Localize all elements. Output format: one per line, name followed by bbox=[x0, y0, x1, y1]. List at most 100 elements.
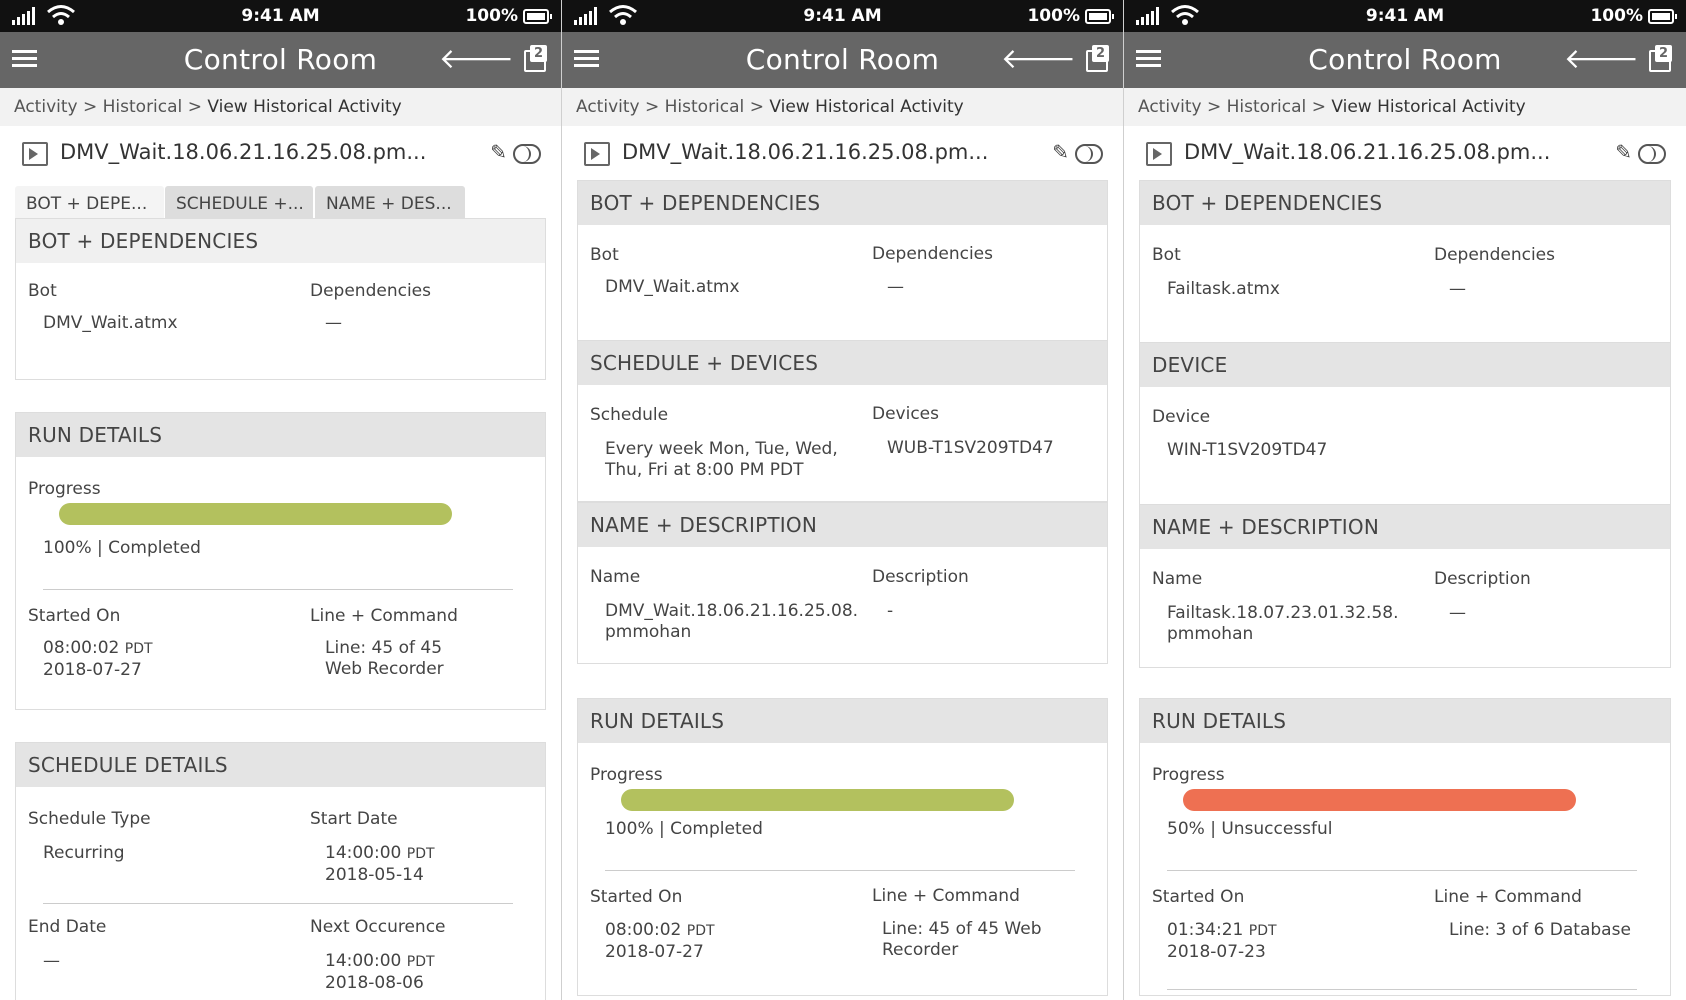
battery-indicator: 100% bbox=[1027, 6, 1114, 26]
copies-icon[interactable]: 2 bbox=[1086, 45, 1110, 72]
toggle-icon[interactable] bbox=[1075, 144, 1103, 164]
started-date: 2018-07-27 bbox=[605, 942, 704, 962]
battery-percent: 100% bbox=[1027, 6, 1080, 26]
detail-content: DMV_Wait.18.06.21.16.25.08.pm... ✎ BOT +… bbox=[562, 126, 1123, 1000]
dependencies-value: — bbox=[887, 277, 904, 297]
divider bbox=[43, 589, 513, 590]
name-label: Name bbox=[1152, 569, 1203, 589]
started-date: 2018-07-23 bbox=[1167, 942, 1266, 962]
tab-bot-dependencies[interactable]: BOT + DEPE... bbox=[15, 186, 164, 222]
progress-label: Progress bbox=[590, 765, 663, 785]
next-time: 14:00:00 bbox=[325, 951, 402, 971]
bot-value: Failtask.atmx bbox=[1167, 279, 1280, 299]
section-header: DEVICE bbox=[1140, 343, 1670, 387]
start-timezone: PDT bbox=[406, 846, 435, 862]
line-command-value: Line: 45 of 45 Web Recorder bbox=[882, 919, 1041, 961]
battery-icon bbox=[1648, 8, 1677, 24]
started-time: 08:00:02 bbox=[605, 920, 682, 940]
battery-icon bbox=[1085, 8, 1114, 24]
toggle-icon[interactable] bbox=[513, 144, 541, 164]
breadcrumb-separator: > bbox=[1206, 97, 1222, 117]
started-time: 01:34:21 bbox=[1167, 920, 1244, 940]
section-header: NAME + DESCRIPTION bbox=[578, 503, 1107, 547]
bot-value: DMV_Wait.atmx bbox=[605, 277, 740, 297]
end-date-value: — bbox=[43, 951, 60, 971]
breadcrumb-separator: > bbox=[82, 97, 98, 117]
file-header: DMV_Wait.18.06.21.16.25.08.pm... ✎ bbox=[562, 126, 1123, 182]
schedule-type-value: Recurring bbox=[43, 843, 125, 863]
section-header: NAME + DESCRIPTION bbox=[1140, 505, 1670, 549]
progress-label: Progress bbox=[1152, 765, 1225, 785]
status-bar: 9:41 AM 100% bbox=[0, 0, 561, 32]
start-time: 14:00:00 bbox=[325, 843, 402, 863]
breadcrumb-activity[interactable]: Activity bbox=[576, 97, 640, 117]
breadcrumb-historical[interactable]: Historical bbox=[1227, 97, 1307, 117]
progress-status: 100% | Completed bbox=[43, 538, 201, 558]
edit-pencil-icon[interactable]: ✎ bbox=[490, 140, 507, 164]
breadcrumb: Activity > Historical > View Historical … bbox=[0, 88, 561, 127]
breadcrumb-historical[interactable]: Historical bbox=[665, 97, 745, 117]
schedule-details-card: SCHEDULE DETAILS Schedule Type Start Dat… bbox=[15, 742, 546, 1000]
dependencies-value: — bbox=[325, 313, 342, 333]
next-timezone: PDT bbox=[406, 954, 435, 970]
progress-status: 50% | Unsuccessful bbox=[1167, 819, 1333, 839]
section-header: RUN DETAILS bbox=[1140, 699, 1670, 743]
progress-status: 100% | Completed bbox=[605, 819, 763, 839]
copies-icon[interactable]: 2 bbox=[1649, 45, 1673, 72]
start-date-value: 14:00:00 PDT 2018-05-14 bbox=[325, 843, 435, 886]
line-command-label: Line + Command bbox=[872, 886, 1020, 906]
command-text: Web Recorder bbox=[325, 659, 444, 679]
bot-file-icon bbox=[22, 142, 48, 166]
schedule-line-1: Every week Mon, Tue, Wed, bbox=[605, 439, 838, 459]
name-description-card: NAME + DESCRIPTION Name Description Fail… bbox=[1139, 504, 1671, 668]
tab-schedule[interactable]: SCHEDULE +... bbox=[165, 186, 313, 222]
breadcrumb-separator: > bbox=[187, 97, 202, 117]
breadcrumb-activity[interactable]: Activity bbox=[14, 97, 78, 117]
back-arrow-icon[interactable]: 🡐 bbox=[439, 44, 514, 74]
back-arrow-icon[interactable]: 🡐 bbox=[1564, 44, 1639, 74]
section-header: BOT + DEPENDENCIES bbox=[1140, 181, 1670, 225]
schedule-value: Every week Mon, Tue, Wed, Thu, Fri at 8:0… bbox=[605, 439, 838, 481]
copies-icon[interactable]: 2 bbox=[524, 45, 548, 72]
tab-name-description[interactable]: NAME + DES... bbox=[315, 186, 465, 222]
schedule-line-2: Thu, Fri at 8:00 PM PDT bbox=[605, 460, 804, 480]
file-header: DMV_Wait.18.06.21.16.25.08.pm... ✎ bbox=[1124, 126, 1686, 182]
schedule-label: Schedule bbox=[590, 405, 669, 425]
detail-content: DMV_Wait.18.06.21.16.25.08.pm... ✎ BOT +… bbox=[1124, 126, 1686, 1000]
progress-bar bbox=[1183, 789, 1576, 811]
app-root: 9:41 AM 100% Control Room 🡐 2 Activity >… bbox=[0, 0, 1686, 1000]
breadcrumb-historical[interactable]: Historical bbox=[103, 97, 183, 117]
detail-content: DMV_Wait.18.06.21.16.25.08.pm... ✎ BOT +… bbox=[0, 126, 561, 1000]
breadcrumb-activity[interactable]: Activity bbox=[1138, 97, 1202, 117]
section-header: RUN DETAILS bbox=[578, 699, 1107, 743]
line-command-value: Line: 3 of 6 Database bbox=[1449, 920, 1631, 940]
name-value: DMV_Wait.18.06.21.16.25.08. pmmohan bbox=[605, 601, 858, 643]
edit-pencil-icon[interactable]: ✎ bbox=[1615, 140, 1632, 164]
name-label: Name bbox=[590, 567, 641, 587]
back-arrow-icon[interactable]: 🡐 bbox=[1001, 44, 1076, 74]
bot-dependencies-card: BOT + DEPENDENCIES Bot Dependencies Fail… bbox=[1139, 180, 1671, 344]
run-details-card: RUN DETAILS Progress 100% | Completed St… bbox=[15, 412, 546, 710]
bot-label: Bot bbox=[1152, 245, 1181, 265]
name-line-1: DMV_Wait.18.06.21.16.25.08. bbox=[605, 601, 859, 621]
started-on-value: 08:00:02 PDT 2018-07-27 bbox=[605, 920, 715, 963]
divider bbox=[43, 903, 513, 904]
dependencies-label: Dependencies bbox=[872, 244, 993, 264]
edit-pencil-icon[interactable]: ✎ bbox=[1052, 140, 1069, 164]
toggle-icon[interactable] bbox=[1638, 144, 1666, 164]
status-bar: 9:41 AM 100% bbox=[562, 0, 1123, 32]
file-name: DMV_Wait.18.06.21.16.25.08.pm... bbox=[622, 140, 989, 164]
breadcrumb-current: View Historical Activity bbox=[769, 97, 964, 117]
dependencies-label: Dependencies bbox=[1434, 245, 1555, 265]
phone-screen-2: 9:41 AM 100% Control Room 🡐 2 Activity >… bbox=[562, 0, 1124, 1000]
bot-dependencies-card: BOT + DEPENDENCIES Bot Dependencies DMV_… bbox=[15, 218, 546, 380]
line-command-label: Line + Command bbox=[1434, 887, 1582, 907]
end-date-label: End Date bbox=[28, 917, 107, 937]
dependencies-value: — bbox=[1449, 279, 1466, 299]
progress-bar bbox=[621, 789, 1014, 811]
bot-file-icon bbox=[584, 142, 610, 166]
line-text: Line: 45 of 45 bbox=[325, 638, 443, 658]
bot-label: Bot bbox=[590, 245, 619, 265]
started-timezone: PDT bbox=[686, 923, 715, 939]
file-name: DMV_Wait.18.06.21.16.25.08.pm... bbox=[1184, 140, 1551, 164]
